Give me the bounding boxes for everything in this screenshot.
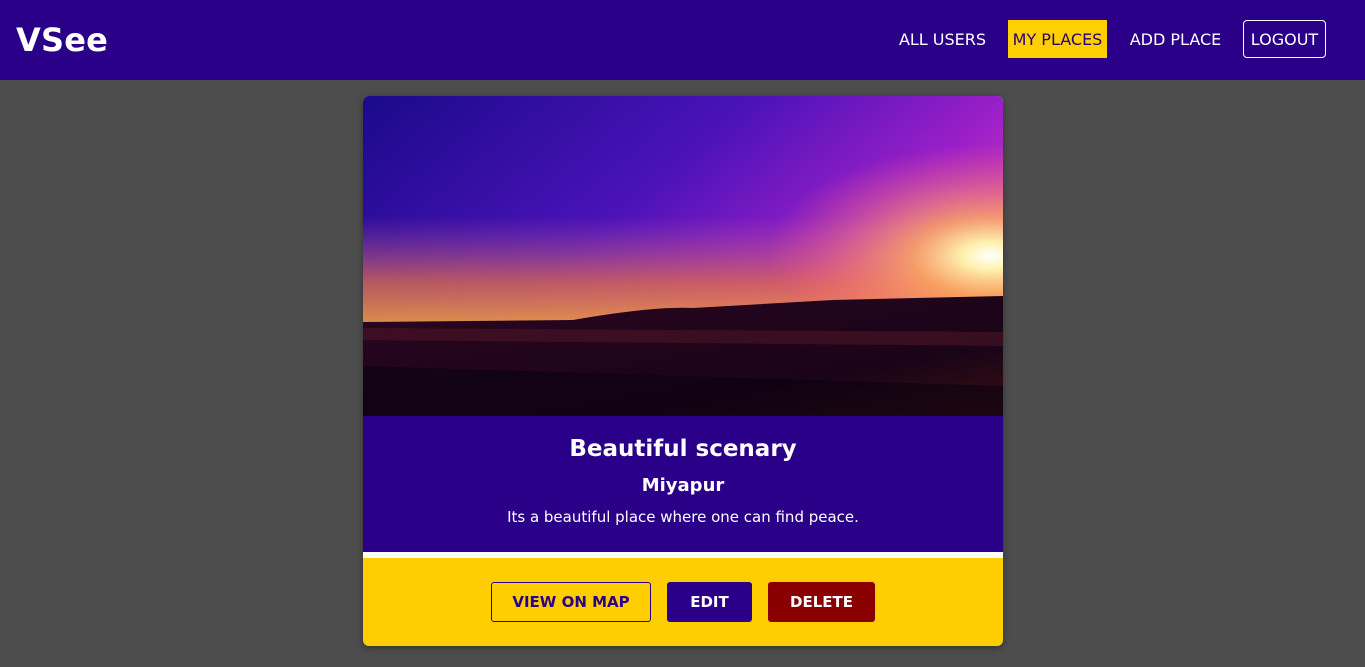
top-navbar: VSee ALL USERS MY PLACES ADD PLACE LOGOU…: [0, 0, 1365, 80]
app-logo[interactable]: VSee: [16, 19, 108, 61]
nav-link-add-place[interactable]: ADD PLACE: [1124, 20, 1227, 58]
nav-link-my-places[interactable]: MY PLACES: [1008, 20, 1107, 58]
logout-button[interactable]: LOGOUT: [1243, 20, 1326, 58]
nav-link-all-users[interactable]: ALL USERS: [895, 20, 990, 58]
view-on-map-button[interactable]: VIEW ON MAP: [491, 582, 651, 622]
place-card: Beautiful scenary Miyapur Its a beautifu…: [363, 96, 1003, 646]
place-actions: VIEW ON MAP EDIT DELETE: [363, 558, 1003, 646]
place-image: [363, 96, 1003, 416]
place-description: Its a beautiful place where one can find…: [507, 508, 859, 526]
edit-button[interactable]: EDIT: [667, 582, 752, 622]
place-address: Miyapur: [641, 475, 725, 496]
delete-button[interactable]: DELETE: [768, 582, 875, 622]
place-title: Beautiful scenary: [569, 436, 797, 462]
